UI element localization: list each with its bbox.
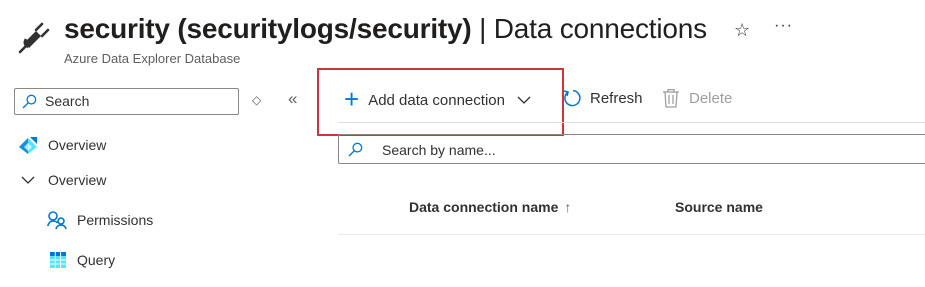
star-icon[interactable]: ☆ <box>734 18 750 42</box>
sort-ascending-icon: ↑ <box>564 199 572 215</box>
chevron-down-icon <box>21 176 35 184</box>
column-header-source-name[interactable]: Source name <box>675 199 763 215</box>
sidebar-item-query[interactable]: Query <box>48 250 115 270</box>
refresh-label: Refresh <box>590 89 643 107</box>
plug-icon <box>18 22 50 54</box>
search-icon <box>22 94 37 109</box>
ellipsis-icon[interactable]: ··· <box>774 14 793 38</box>
highlight-box <box>317 68 564 136</box>
query-grid-icon <box>50 252 66 268</box>
delete-button[interactable]: Delete <box>662 88 732 108</box>
sidebar-item-label: Overview <box>48 137 107 153</box>
collapse-sidebar-button[interactable]: « <box>288 89 297 109</box>
toolbar-divider <box>338 122 925 123</box>
sidebar-item-label: Permissions <box>77 212 154 228</box>
permissions-icon <box>47 211 67 230</box>
column-header-data-connection-name[interactable]: Data connection name ↑ <box>409 199 571 215</box>
page-subtitle: Azure Data Explorer Database <box>64 51 241 66</box>
overview-icon <box>19 137 37 154</box>
page-title-resource: security (securitylogs/security) <box>64 13 472 44</box>
sort-toggle-icon[interactable]: ◇ <box>252 93 261 107</box>
sidebar-group-overview[interactable]: Overview <box>20 172 106 188</box>
search-icon <box>348 142 363 157</box>
sidebar-item-label: Query <box>77 252 116 268</box>
delete-label: Delete <box>689 89 733 107</box>
page-title: security (securitylogs/security) | Data … <box>64 10 707 48</box>
column-header-label: Data connection name <box>409 199 559 215</box>
sidebar-item-overview[interactable]: Overview <box>18 135 106 155</box>
table-header-divider <box>338 234 925 235</box>
sidebar-item-label: Overview <box>48 172 107 188</box>
refresh-icon <box>563 89 581 107</box>
column-header-label: Source name <box>675 199 763 215</box>
refresh-button[interactable]: Refresh <box>562 88 643 108</box>
sidebar-search-placeholder: Search <box>45 93 90 109</box>
page-title-section: | Data connections <box>471 13 707 44</box>
sidebar-item-permissions[interactable]: Permissions <box>47 210 153 230</box>
search-by-name-input[interactable]: Search by name... <box>338 134 925 164</box>
search-by-name-placeholder: Search by name... <box>382 142 496 158</box>
sidebar-search-input[interactable]: Search <box>14 88 239 115</box>
trash-icon <box>663 88 679 108</box>
